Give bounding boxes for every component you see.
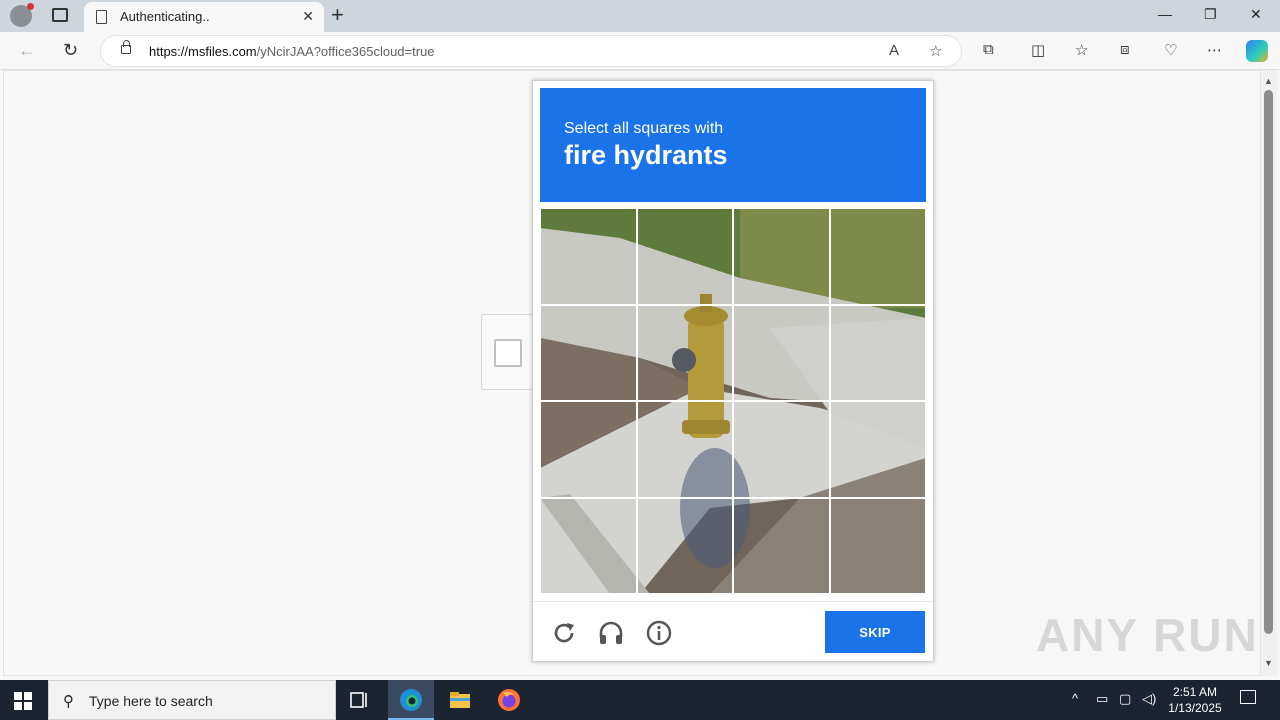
grid-cell[interactable] <box>540 497 637 594</box>
favorite-star-icon[interactable]: ☆ <box>929 42 942 60</box>
firefox-icon[interactable] <box>497 688 521 712</box>
captcha-checkbox-card <box>481 314 537 390</box>
info-icon[interactable] <box>645 619 673 647</box>
page-icon <box>96 10 107 24</box>
grid-cell[interactable] <box>829 497 926 594</box>
close-window-button[interactable]: ✕ <box>1250 6 1262 23</box>
reload-challenge-icon[interactable] <box>550 619 578 647</box>
search-placeholder: Type here to search <box>89 693 213 709</box>
grid-cell[interactable] <box>829 208 926 305</box>
captcha-image-grid <box>540 208 926 594</box>
split-screen-icon[interactable]: ◫ <box>1031 41 1045 59</box>
url-path: /yNcirJAA?office365cloud=true <box>256 44 435 59</box>
grid-cell[interactable] <box>636 497 733 594</box>
captcha-prompt: Select all squares with fire hydrants <box>540 88 926 202</box>
windows-taskbar: ⚲ Type here to search ^ ▭ ▢ ◁) 2:51 AM 1… <box>0 680 1280 720</box>
new-tab-button[interactable]: + <box>331 4 344 26</box>
footer-divider <box>533 601 933 602</box>
grid-cell[interactable] <box>733 401 830 498</box>
scroll-up-arrow-icon[interactable]: ▲ <box>1264 76 1273 86</box>
browser-tab-bar: Authenticating.. ✕ + — ❐ ✕ <box>0 0 1280 32</box>
extensions-icon[interactable]: ⧉ <box>983 41 994 58</box>
restore-button[interactable]: ❐ <box>1204 6 1217 23</box>
clock-time: 2:51 AM <box>1172 685 1218 699</box>
address-bar[interactable]: https://msfiles.com/yNcirJAA?office365cl… <box>100 35 962 67</box>
audio-challenge-icon[interactable] <box>597 619 625 647</box>
grid-cell[interactable] <box>829 304 926 401</box>
back-button[interactable]: ← <box>18 40 36 61</box>
read-aloud-icon[interactable]: A <box>889 42 899 59</box>
scroll-down-arrow-icon[interactable]: ▼ <box>1264 658 1273 668</box>
url-host: https://msfiles.com <box>149 44 257 59</box>
volume-icon[interactable]: ◁) <box>1142 691 1156 707</box>
grid-cell[interactable] <box>733 304 830 401</box>
prompt-target: fire hydrants <box>564 140 728 170</box>
taskbar-clock[interactable]: 2:51 AM 1/13/2025 <box>1162 684 1228 716</box>
grid-cell[interactable] <box>540 208 637 305</box>
browser-essentials-icon[interactable]: ♡ <box>1164 41 1177 59</box>
tab-actions-icon[interactable] <box>52 8 68 22</box>
windows-start-icon[interactable] <box>14 692 32 710</box>
browser-tab-active[interactable]: Authenticating.. ✕ <box>84 2 324 32</box>
grid-cell[interactable] <box>733 208 830 305</box>
grid-cell[interactable] <box>829 401 926 498</box>
grid-cell[interactable] <box>636 208 733 305</box>
vertical-scrollbar[interactable]: ▲ ▼ <box>1261 70 1277 676</box>
task-view-icon[interactable] <box>348 688 372 712</box>
grid-cell[interactable] <box>733 497 830 594</box>
profile-avatar-icon[interactable] <box>10 3 34 27</box>
scroll-thumb[interactable] <box>1264 90 1273 634</box>
more-options-icon[interactable]: ⋯ <box>1207 41 1222 59</box>
clock-date: 1/13/2025 <box>1168 701 1222 715</box>
tab-close-icon[interactable]: ✕ <box>302 8 314 25</box>
copilot-icon[interactable] <box>1246 40 1268 62</box>
grid-cell[interactable] <box>636 401 733 498</box>
taskbar-search-box[interactable]: ⚲ Type here to search <box>48 680 336 720</box>
show-hidden-icons-icon[interactable]: ^ <box>1072 691 1078 706</box>
network-icon[interactable]: ▢ <box>1119 691 1131 707</box>
favorites-icon[interactable]: ☆ <box>1075 41 1088 59</box>
browser-toolbar: ← ↻ https://msfiles.com/yNcirJAA?office3… <box>0 32 1280 70</box>
grid-cell[interactable] <box>540 401 637 498</box>
lock-icon[interactable] <box>121 40 131 54</box>
collections-icon[interactable]: ⧈ <box>1120 41 1130 58</box>
refresh-button[interactable]: ↻ <box>63 40 78 61</box>
prompt-instruction: Select all squares with <box>564 120 724 137</box>
grid-cell[interactable] <box>540 304 637 401</box>
file-explorer-icon[interactable] <box>448 688 472 712</box>
minimize-button[interactable]: — <box>1158 6 1172 22</box>
tab-title: Authenticating.. <box>120 9 210 24</box>
edge-icon[interactable] <box>399 688 423 712</box>
notification-center-icon[interactable] <box>1240 690 1256 704</box>
skip-button[interactable]: SKIP <box>825 611 925 653</box>
captcha-checkbox[interactable] <box>494 339 522 367</box>
grid-cell[interactable] <box>636 304 733 401</box>
captcha-challenge: Select all squares with fire hydrants SK… <box>532 80 934 662</box>
battery-icon[interactable]: ▭ <box>1096 691 1108 707</box>
url-text[interactable]: https://msfiles.com/yNcirJAA?office365cl… <box>149 44 435 59</box>
search-icon: ⚲ <box>63 693 74 710</box>
anyrun-watermark: ANY RUN <box>1036 609 1259 661</box>
